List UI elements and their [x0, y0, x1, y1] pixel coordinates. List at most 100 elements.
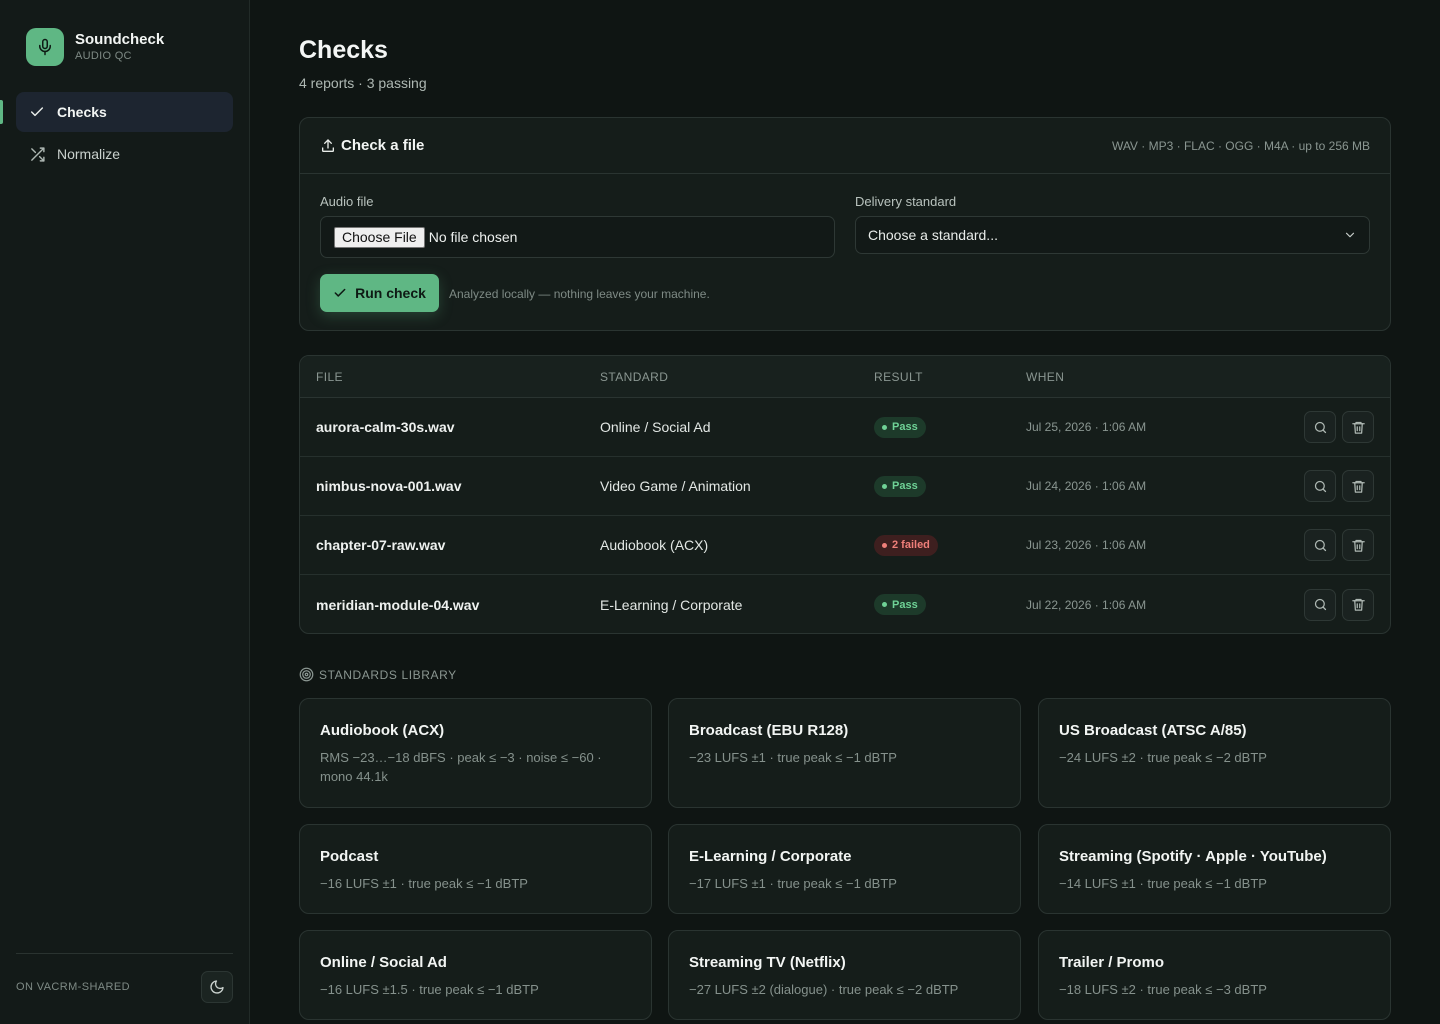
standard-card[interactable]: Streaming (Spotify · Apple · YouTube) −1… — [1038, 824, 1391, 914]
delete-report-button[interactable] — [1342, 470, 1374, 502]
standard-spec: −18 LUFS ±2 · true peak ≤ −3 dBTP — [1059, 982, 1267, 997]
standard-card[interactable]: Broadcast (EBU R128) −23 LUFS ±1 · true … — [668, 698, 1021, 808]
standard-spec: −14 LUFS ±1 · true peak ≤ −1 dBTP — [1059, 876, 1267, 891]
status-badge-label: Pass — [892, 598, 918, 611]
standard-card[interactable]: Trailer / Promo −18 LUFS ±2 · true peak … — [1038, 930, 1391, 1020]
trash-icon — [1351, 538, 1366, 553]
table-row[interactable]: chapter-07-raw.wav Audiobook (ACX) 2 fai… — [300, 516, 1390, 575]
check-icon — [333, 286, 347, 300]
standard-spec: −23 LUFS ±1 · true peak ≤ −1 dBTP — [689, 750, 897, 765]
chevron-down-icon — [1343, 228, 1357, 242]
reports-table: FILE STANDARD RESULT WHEN aurora-calm-30… — [299, 355, 1391, 634]
standard-card[interactable]: Streaming TV (Netflix) −27 LUFS ±2 (dial… — [668, 930, 1021, 1020]
standard-spec: −27 LUFS ±2 (dialogue) · true peak ≤ −2 … — [689, 982, 959, 997]
delete-report-button[interactable] — [1342, 411, 1374, 443]
column-header-file: FILE — [316, 369, 343, 384]
shuffle-icon — [28, 145, 46, 163]
trash-icon — [1351, 597, 1366, 612]
active-nav-marker — [0, 100, 3, 124]
standard-name: Broadcast (EBU R128) — [689, 722, 849, 739]
check-file-card: Check a file WAV · MP3 · FLAC · OGG · M4… — [299, 117, 1391, 331]
privacy-note: Analyzed locally — nothing leaves your m… — [449, 287, 710, 301]
standard-name: Podcast — [320, 848, 379, 865]
row-standard: Online / Social Ad — [600, 419, 711, 435]
run-check-button[interactable]: Run check — [320, 274, 439, 312]
status-dot — [882, 483, 887, 489]
file-status: No file chosen — [428, 229, 518, 245]
sidebar-nav: Checks Normalize — [16, 92, 233, 176]
brand: Soundcheck AUDIO QC — [26, 28, 164, 66]
sidebar-footer: ON VACRM-SHARED — [16, 953, 233, 1003]
view-report-button[interactable] — [1304, 411, 1336, 443]
standard-spec: −24 LUFS ±2 · true peak ≤ −2 dBTP — [1059, 750, 1267, 765]
sidebar-item-label: Normalize — [57, 146, 121, 162]
run-check-label: Run check — [355, 285, 426, 301]
standard-spec: −17 LUFS ±1 · true peak ≤ −1 dBTP — [689, 876, 897, 891]
status-badge-label: 2 failed — [892, 539, 930, 551]
column-header-when: WHEN — [1026, 369, 1065, 384]
row-standard: Video Game / Animation — [600, 478, 751, 494]
row-timestamp: Jul 23, 2026 · 1:06 AM — [1026, 538, 1147, 552]
card-header: Check a file WAV · MP3 · FLAC · OGG · M4… — [300, 118, 1390, 174]
standard-card[interactable]: US Broadcast (ATSC A/85) −24 LUFS ±2 · t… — [1038, 698, 1391, 808]
status-badge-label: Pass — [892, 421, 918, 433]
row-result: Pass — [874, 594, 926, 615]
standard-card[interactable]: Podcast −16 LUFS ±1 · true peak ≤ −1 dBT… — [299, 824, 652, 914]
status-badge: Pass — [874, 416, 926, 438]
column-header-result: RESULT — [874, 369, 923, 384]
search-icon — [1313, 420, 1328, 435]
view-report-button[interactable] — [1304, 470, 1336, 502]
delete-report-button[interactable] — [1342, 588, 1374, 621]
supported-formats: WAV · MP3 · FLAC · OGG · M4A · up to 256… — [1111, 138, 1370, 153]
standard-name: Trailer / Promo — [1059, 954, 1165, 971]
choose-file-button[interactable]: Choose File — [334, 226, 425, 248]
status-badge: Pass — [874, 594, 926, 615]
table-row[interactable]: nimbus-nova-001.wav Video Game / Animati… — [300, 457, 1390, 516]
standards-library-title: STANDARDS LIBRARY — [319, 667, 457, 682]
search-icon — [1313, 597, 1328, 612]
page-title: Checks — [299, 36, 388, 64]
row-file-name: meridian-module-04.wav — [316, 596, 480, 613]
app-subtitle: AUDIO QC — [75, 50, 132, 62]
row-result: Pass — [874, 416, 926, 438]
row-result: Pass — [874, 475, 926, 497]
sidebar-item-normalize[interactable]: Normalize — [16, 134, 233, 174]
table-row[interactable]: meridian-module-04.wav E-Learning / Corp… — [300, 575, 1390, 633]
row-actions — [1304, 470, 1374, 502]
standard-name: Online / Social Ad — [320, 954, 447, 971]
row-standard: E-Learning / Corporate — [600, 596, 743, 613]
row-actions — [1304, 588, 1374, 621]
row-timestamp: Jul 25, 2026 · 1:06 AM — [1026, 420, 1147, 434]
search-icon — [1313, 479, 1328, 494]
upload-icon — [320, 138, 336, 154]
standard-card[interactable]: E-Learning / Corporate −17 LUFS ±1 · tru… — [668, 824, 1021, 914]
theme-toggle-button[interactable] — [201, 971, 233, 1003]
status-dot — [882, 424, 887, 430]
standard-card[interactable]: Audiobook (ACX) RMS −23…−18 dBFS · peak … — [299, 698, 652, 808]
standard-name: Streaming (Spotify · Apple · YouTube) — [1059, 848, 1327, 865]
view-report-button[interactable] — [1304, 588, 1336, 621]
status-badge-label: Pass — [892, 480, 918, 492]
workspace-label: ON VACRM-SHARED — [16, 981, 130, 993]
sidebar: Soundcheck AUDIO QC Checks Normalize ON … — [0, 0, 250, 1024]
standard-name: US Broadcast (ATSC A/85) — [1059, 722, 1247, 739]
status-badge: Pass — [874, 475, 926, 497]
moon-icon — [209, 979, 225, 995]
standard-spec: −16 LUFS ±1 · true peak ≤ −1 dBTP — [320, 876, 528, 891]
standard-spec: −16 LUFS ±1.5 · true peak ≤ −1 dBTP — [320, 982, 539, 997]
delivery-standard-select[interactable]: Choose a standard... — [855, 216, 1370, 254]
table-row[interactable]: aurora-calm-30s.wav Online / Social Ad P… — [300, 398, 1390, 457]
row-actions — [1304, 529, 1374, 561]
sidebar-item-label: Checks — [57, 104, 107, 120]
status-badge: 2 failed — [874, 534, 938, 556]
audio-file-input[interactable]: Choose File No file chosen — [320, 216, 835, 258]
row-result: 2 failed — [874, 534, 938, 556]
status-dot — [882, 542, 887, 548]
select-value: Choose a standard... — [868, 227, 998, 243]
row-standard: Audiobook (ACX) — [600, 537, 709, 553]
delete-report-button[interactable] — [1342, 529, 1374, 561]
standard-card[interactable]: Online / Social Ad −16 LUFS ±1.5 · true … — [299, 930, 652, 1020]
view-report-button[interactable] — [1304, 529, 1336, 561]
column-header-standard: STANDARD — [600, 369, 669, 384]
sidebar-item-checks[interactable]: Checks — [16, 92, 233, 132]
